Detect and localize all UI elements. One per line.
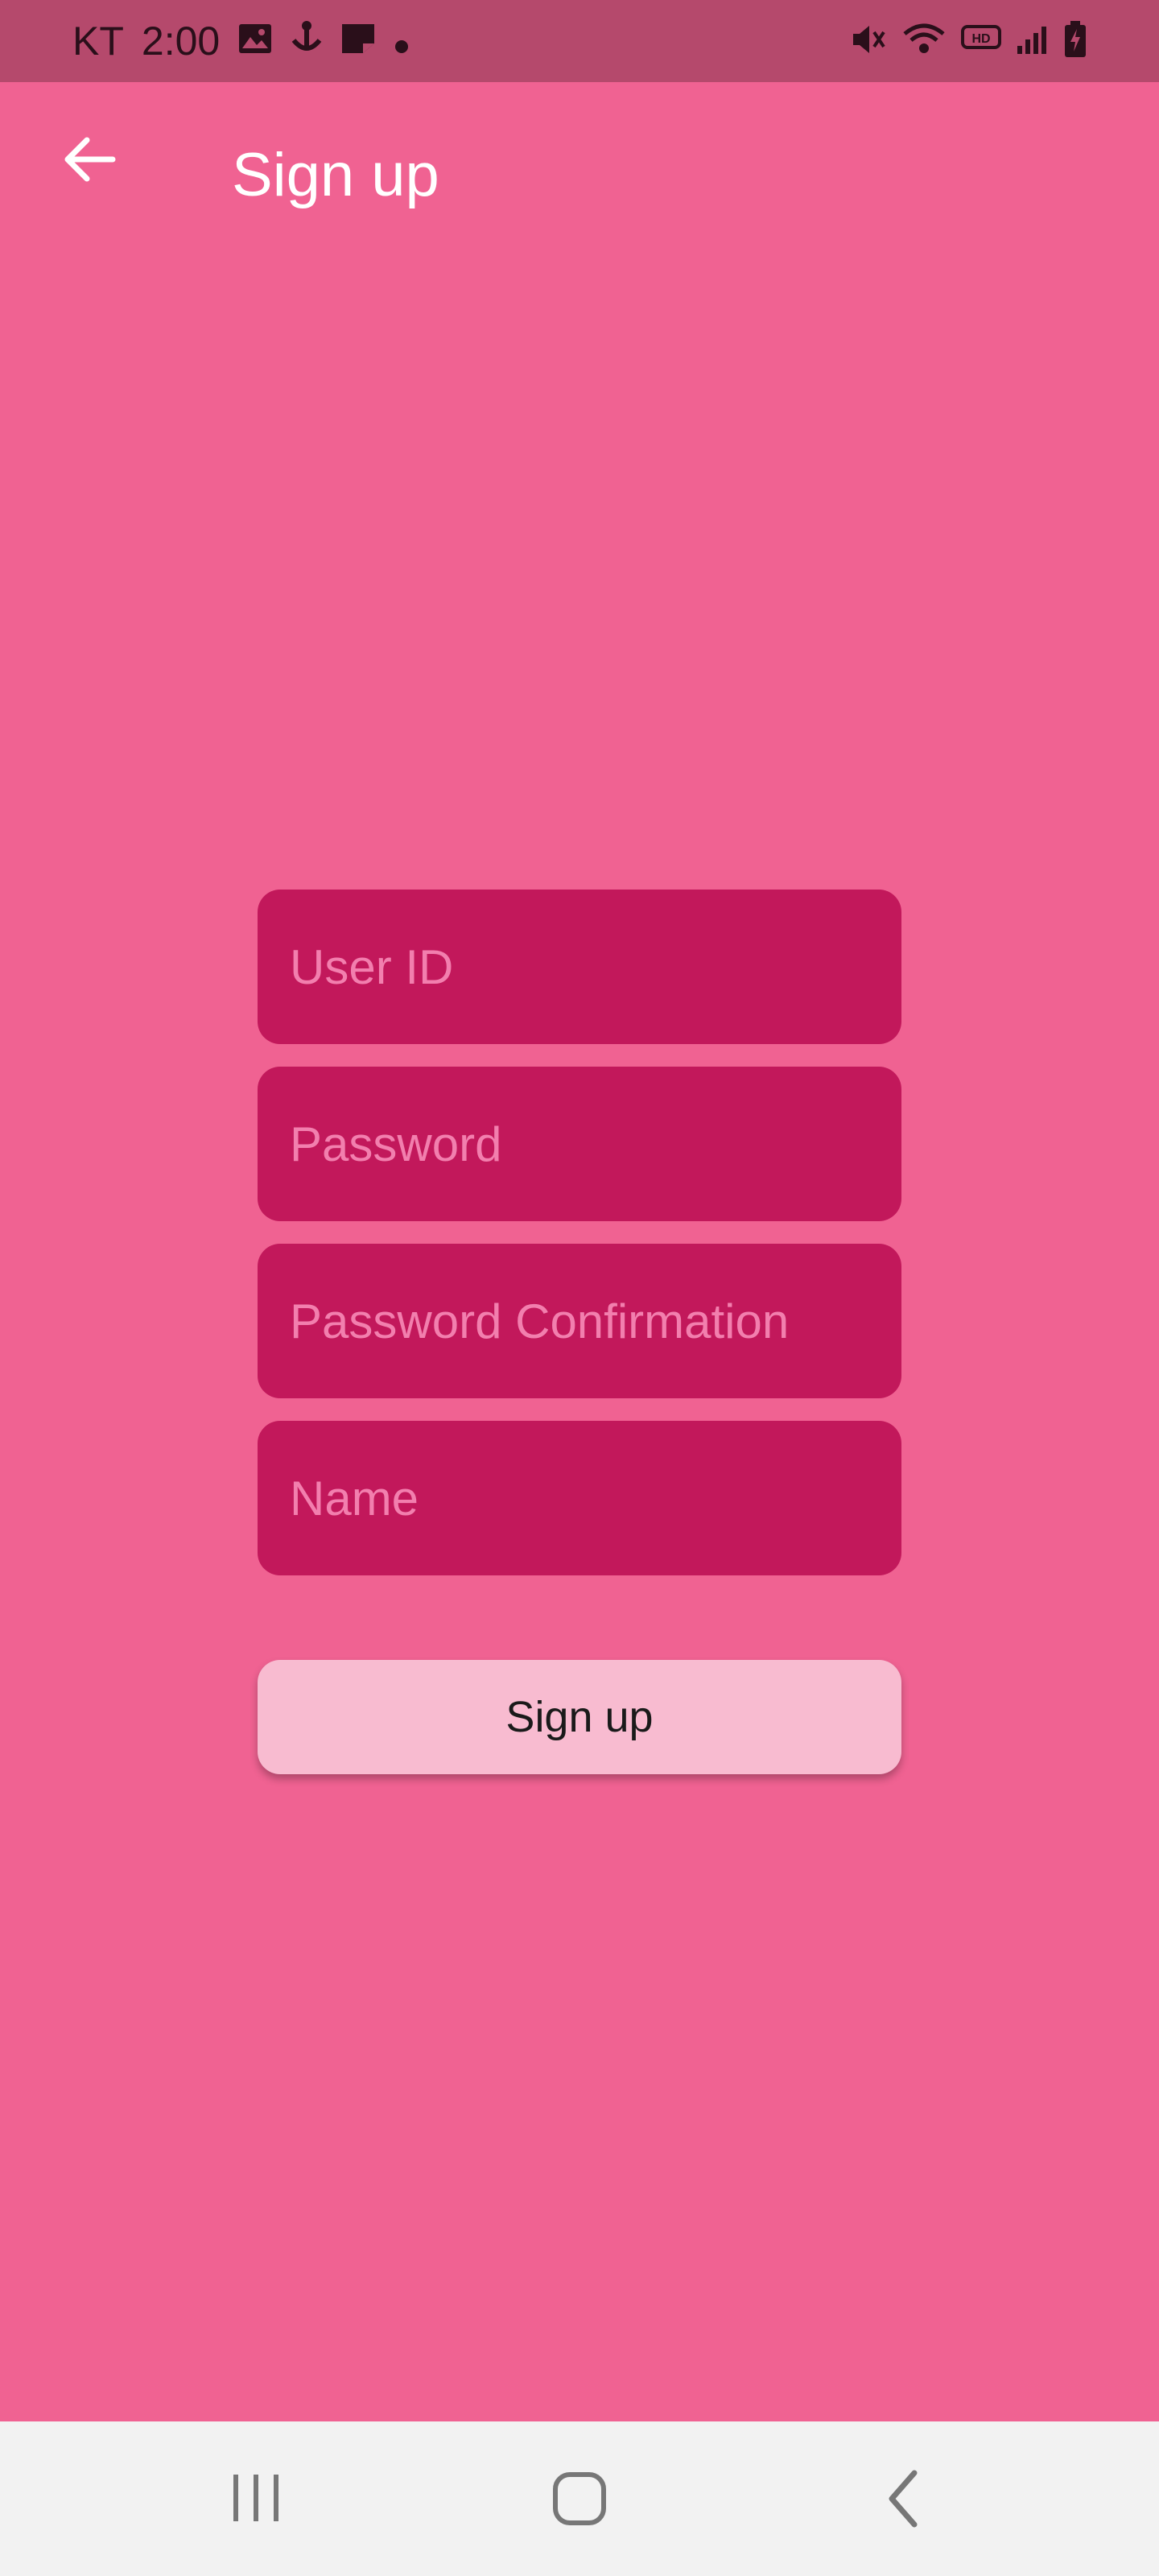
- anchor-icon: [291, 18, 323, 64]
- nav-back-button[interactable]: [864, 2458, 945, 2539]
- hd-voice-icon: HD: [961, 23, 1001, 60]
- recent-apps-icon: [233, 2475, 278, 2521]
- password-confirm-field-container: [258, 1244, 901, 1398]
- user-id-field-container: [258, 890, 901, 1044]
- status-left: KT 2:00: [72, 0, 410, 82]
- name-input[interactable]: [258, 1421, 901, 1575]
- signup-button[interactable]: Sign up: [258, 1660, 901, 1774]
- carrier-label: KT: [72, 19, 124, 64]
- arrow-left-icon: [64, 137, 116, 182]
- password-input[interactable]: [258, 1067, 901, 1221]
- name-field-container: [258, 1421, 901, 1575]
- clock: 2:00: [141, 19, 221, 64]
- status-bar: KT 2:00 HD: [0, 0, 1159, 82]
- back-icon: [889, 2470, 918, 2528]
- user-id-input[interactable]: [258, 890, 901, 1044]
- svg-text:HD: HD: [971, 32, 990, 46]
- password-field-container: [258, 1067, 901, 1221]
- recent-apps-button[interactable]: [216, 2458, 296, 2539]
- mute-icon: [850, 21, 887, 62]
- back-button[interactable]: [52, 121, 129, 198]
- app-bar: [0, 82, 1159, 267]
- dot-icon: [394, 18, 410, 64]
- wifi-icon: [901, 21, 947, 62]
- page-title: Sign up: [232, 141, 439, 209]
- status-right: HD: [850, 0, 1087, 82]
- sticky-note-icon: [340, 18, 376, 64]
- signal-icon: [1016, 23, 1050, 60]
- system-nav-bar: [0, 2421, 1159, 2576]
- signup-form: [258, 890, 901, 1598]
- home-icon: [553, 2472, 606, 2525]
- password-confirm-input[interactable]: [258, 1244, 901, 1398]
- battery-charging-icon: [1064, 20, 1087, 62]
- home-button[interactable]: [539, 2458, 620, 2539]
- image-icon: [237, 18, 273, 64]
